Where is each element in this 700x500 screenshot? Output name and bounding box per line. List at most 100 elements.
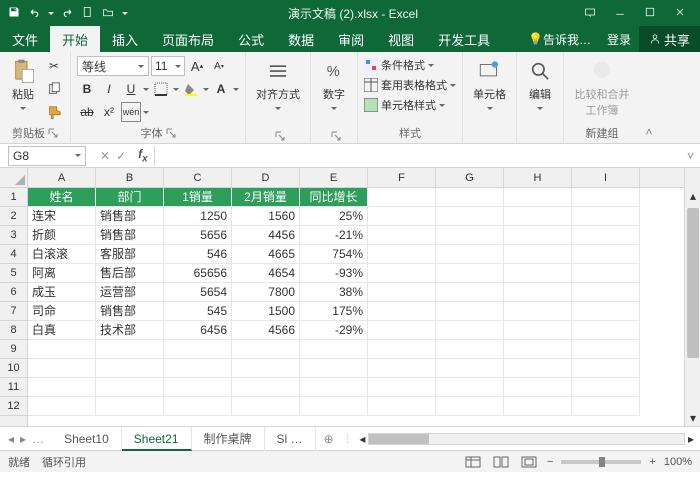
cell[interactable]: 1500 <box>232 302 300 321</box>
add-sheet-button[interactable]: ⊕ <box>316 432 342 446</box>
cell[interactable] <box>436 359 504 378</box>
cell[interactable] <box>572 302 640 321</box>
cell[interactable] <box>368 226 436 245</box>
cell[interactable]: 1250 <box>164 207 232 226</box>
horizontal-scrollbar[interactable]: ◂ ▸ <box>353 432 700 446</box>
tab-more-icon[interactable]: … <box>32 432 44 446</box>
cell[interactable]: 姓名 <box>28 188 96 207</box>
cell[interactable] <box>368 207 436 226</box>
cells-grid[interactable]: 姓名部门1销量2月销量同比增长连宋销售部1250156025%折颜销售部5656… <box>28 188 684 416</box>
font-size-combo[interactable]: 11 <box>151 56 185 76</box>
tab-next-icon[interactable]: ▸ <box>20 432 26 446</box>
cell[interactable] <box>572 245 640 264</box>
tab-dev[interactable]: 开发工具 <box>426 26 502 52</box>
cell[interactable]: 546 <box>164 245 232 264</box>
cell[interactable]: 司命 <box>28 302 96 321</box>
cell[interactable] <box>368 188 436 207</box>
cell[interactable]: 6456 <box>164 321 232 340</box>
expand-formula-bar-icon[interactable]: ˅ <box>681 149 700 163</box>
cell[interactable] <box>368 283 436 302</box>
cell[interactable]: 同比增长 <box>300 188 368 207</box>
cell[interactable]: 754% <box>300 245 368 264</box>
cell[interactable] <box>368 378 436 397</box>
cell[interactable] <box>368 302 436 321</box>
cell[interactable]: 1560 <box>232 207 300 226</box>
compare-merge-button[interactable]: 比较和合并工作簿 <box>570 56 634 120</box>
cell[interactable]: 折颜 <box>28 226 96 245</box>
cell[interactable] <box>96 340 164 359</box>
cell[interactable] <box>504 188 572 207</box>
cell[interactable] <box>504 378 572 397</box>
close-icon[interactable] <box>674 6 686 21</box>
row-header-10[interactable]: 10 <box>0 359 27 378</box>
cell[interactable]: -21% <box>300 226 368 245</box>
cell[interactable] <box>368 321 436 340</box>
cell[interactable] <box>572 264 640 283</box>
cell[interactable]: 白滚滚 <box>28 245 96 264</box>
zoom-in-button[interactable]: + <box>649 456 655 468</box>
scroll-down-icon[interactable]: ▾ <box>685 410 700 426</box>
cell[interactable] <box>436 283 504 302</box>
cell[interactable] <box>300 397 368 416</box>
tab-home[interactable]: 开始 <box>50 26 100 52</box>
scroll-right-icon[interactable]: ▸ <box>688 432 694 446</box>
cell[interactable] <box>436 188 504 207</box>
cell[interactable]: 4654 <box>232 264 300 283</box>
tab-data[interactable]: 数据 <box>276 26 326 52</box>
scroll-thumb[interactable] <box>687 208 699 358</box>
select-all-corner[interactable] <box>0 168 27 188</box>
undo-icon[interactable] <box>28 6 40 21</box>
row-header-9[interactable]: 9 <box>0 340 27 359</box>
sheet-tab-sheet21[interactable]: Sheet21 <box>122 427 192 451</box>
pagebreak-view-icon[interactable] <box>519 454 539 470</box>
cell[interactable]: 1销量 <box>164 188 232 207</box>
cell[interactable] <box>300 378 368 397</box>
cell[interactable] <box>504 359 572 378</box>
cell[interactable] <box>436 264 504 283</box>
cell[interactable] <box>504 245 572 264</box>
collapse-ribbon-icon[interactable]: ˄ <box>645 125 652 139</box>
cell[interactable]: 4456 <box>232 226 300 245</box>
row-header-8[interactable]: 8 <box>0 321 27 340</box>
new-icon[interactable] <box>82 6 94 21</box>
cell[interactable]: 7800 <box>232 283 300 302</box>
underline-icon[interactable]: U <box>121 79 141 99</box>
cell[interactable]: 5656 <box>164 226 232 245</box>
cell[interactable] <box>28 378 96 397</box>
strikethrough-icon[interactable]: ab <box>77 102 97 122</box>
maximize-icon[interactable] <box>644 6 656 21</box>
cell[interactable] <box>436 207 504 226</box>
zoom-level[interactable]: 100% <box>664 456 692 468</box>
zoom-out-button[interactable]: − <box>547 456 553 468</box>
row-header-11[interactable]: 11 <box>0 378 27 397</box>
row-header-7[interactable]: 7 <box>0 302 27 321</box>
cell[interactable]: 65656 <box>164 264 232 283</box>
cell[interactable] <box>368 264 436 283</box>
col-header-H[interactable]: H <box>504 168 572 187</box>
italic-icon[interactable]: I <box>99 79 119 99</box>
col-header-D[interactable]: D <box>232 168 300 187</box>
cell[interactable] <box>504 321 572 340</box>
cell[interactable] <box>28 340 96 359</box>
cell[interactable]: 175% <box>300 302 368 321</box>
vertical-scrollbar[interactable]: ▴ ▾ <box>684 168 700 426</box>
cell[interactable]: 545 <box>164 302 232 321</box>
cell[interactable]: 2月销量 <box>232 188 300 207</box>
cell[interactable] <box>28 397 96 416</box>
tab-file[interactable]: 文件 <box>0 26 50 52</box>
row-header-6[interactable]: 6 <box>0 283 27 302</box>
tab-review[interactable]: 审阅 <box>326 26 376 52</box>
col-header-C[interactable]: C <box>164 168 232 187</box>
name-box[interactable]: G8 <box>8 146 86 166</box>
cell[interactable] <box>232 340 300 359</box>
cell[interactable] <box>572 283 640 302</box>
cells-button[interactable]: 单元格 <box>469 56 510 115</box>
cell[interactable] <box>572 359 640 378</box>
copy-icon[interactable] <box>44 79 64 99</box>
cell[interactable]: 白真 <box>28 321 96 340</box>
paste-button[interactable]: 粘贴 <box>6 56 40 115</box>
cut-icon[interactable]: ✂ <box>44 56 64 76</box>
cell[interactable] <box>572 397 640 416</box>
tab-view[interactable]: 视图 <box>376 26 426 52</box>
page-layout-view-icon[interactable] <box>491 454 511 470</box>
